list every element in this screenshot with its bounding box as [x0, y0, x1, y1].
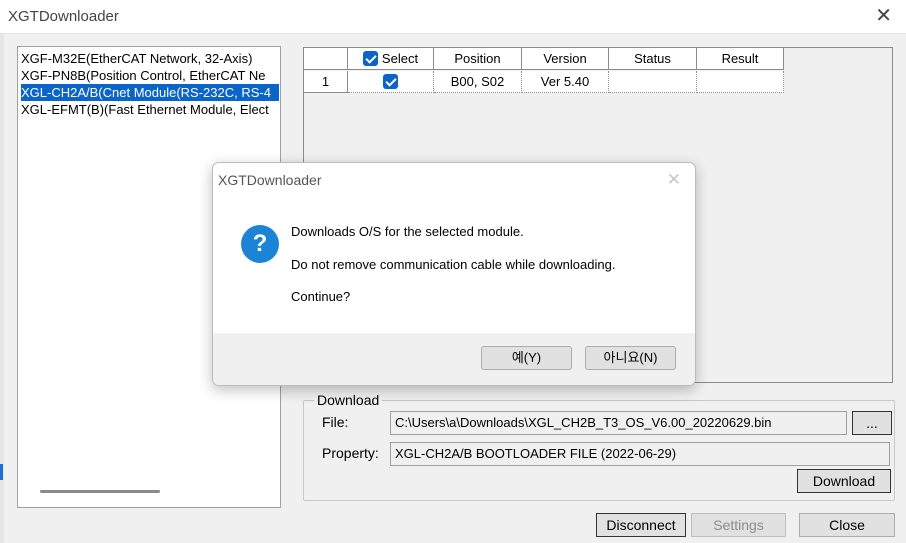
row-number: 1: [304, 71, 348, 93]
file-label: File:: [322, 414, 349, 430]
table-row[interactable]: 1 B00, S02 Ver 5.40: [304, 71, 784, 93]
download-button[interactable]: Download: [797, 469, 891, 493]
header-position: Position: [434, 48, 522, 70]
question-icon: ?: [241, 225, 279, 263]
dialog-message-line3: Continue?: [291, 289, 351, 304]
property-field: XGL-CH2A/B BOOTLOADER FILE (2022-06-29): [390, 442, 890, 466]
module-item[interactable]: XGF-PN8B(Position Control, EtherCAT Ne: [21, 67, 279, 84]
row-select-cell[interactable]: [348, 71, 434, 93]
window-title: XGTDownloader: [8, 8, 119, 25]
row-result: [697, 71, 784, 93]
title-bar: XGTDownloader ✕: [0, 0, 906, 34]
row-status: [609, 71, 697, 93]
grid-header: Select Position Version Status Result: [304, 48, 784, 70]
property-label: Property:: [322, 445, 379, 461]
module-item-selected[interactable]: XGL-CH2A/B(Cnet Module(RS-232C, RS-4: [21, 84, 279, 101]
close-icon[interactable]: ✕: [875, 6, 892, 26]
background-accent: [0, 464, 3, 480]
header-version: Version: [522, 48, 609, 70]
no-button[interactable]: 아니요(N): [585, 346, 676, 370]
disconnect-button[interactable]: Disconnect: [596, 513, 686, 537]
confirm-dialog: XGTDownloader ✕ ? Downloads O/S for the …: [212, 162, 696, 386]
row-version: Ver 5.40: [522, 71, 609, 93]
file-path-field[interactable]: C:\Users\a\Downloads\XGL_CH2B_T3_OS_V6.0…: [390, 411, 847, 435]
settings-button: Settings: [691, 513, 786, 537]
dialog-title: XGTDownloader: [218, 172, 322, 188]
module-item[interactable]: XGL-EFMT(B)(Fast Ethernet Module, Elect: [21, 101, 279, 118]
module-item[interactable]: XGF-M32E(EtherCAT Network, 32-Axis): [21, 50, 279, 67]
download-group: Download File: C:\Users\a\Downloads\XGL_…: [303, 392, 895, 501]
header-result: Result: [697, 48, 784, 70]
horizontal-scrollbar[interactable]: [40, 490, 160, 493]
header-select[interactable]: Select: [348, 48, 434, 70]
dialog-message-line1: Downloads O/S for the selected module.: [291, 224, 524, 239]
browse-button[interactable]: ...: [852, 411, 892, 435]
dialog-close-icon[interactable]: ✕: [667, 170, 681, 190]
yes-button[interactable]: 예(Y): [481, 346, 572, 370]
download-group-label: Download: [314, 392, 383, 408]
dialog-message-line2: Do not remove communication cable while …: [291, 257, 616, 272]
select-all-checkbox[interactable]: [362, 51, 378, 67]
header-status: Status: [609, 48, 697, 70]
background-window-edge: [0, 34, 4, 543]
row-checkbox[interactable]: [383, 74, 398, 90]
header-select-label: Select: [381, 51, 419, 66]
close-button[interactable]: Close: [799, 513, 895, 537]
dialog-footer: 예(Y) 아니요(N): [213, 333, 695, 385]
row-position: B00, S02: [434, 71, 522, 93]
grid-corner: [304, 48, 348, 70]
